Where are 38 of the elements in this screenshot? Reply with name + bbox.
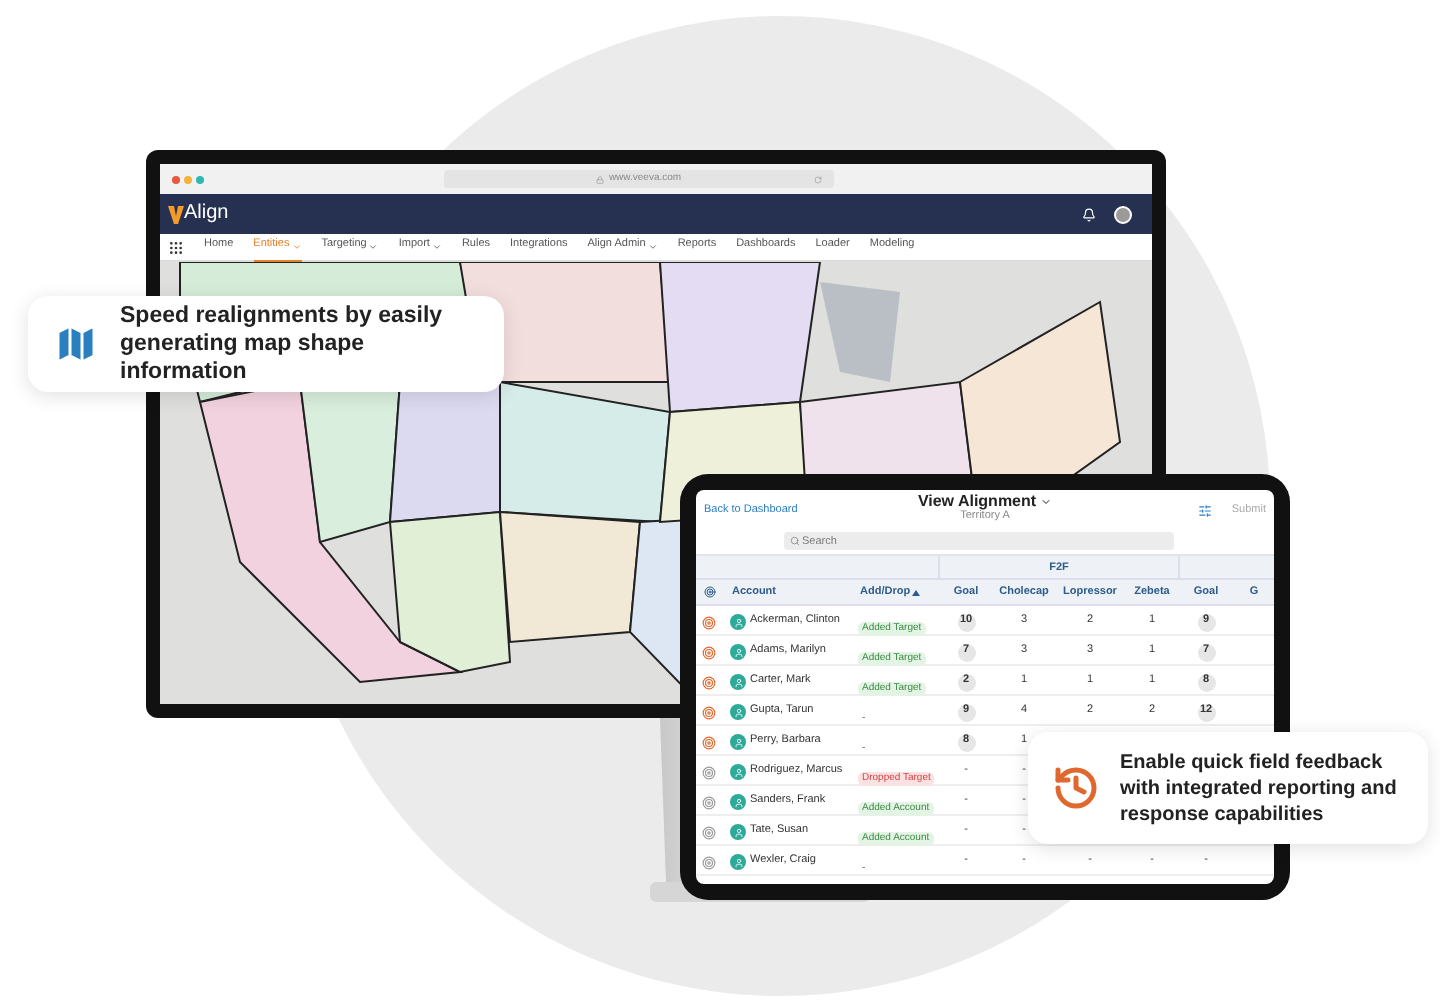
view-title[interactable]: View Alignment [917,494,1053,510]
callout-text: Enable quick field feedback with integrated reporting and response capabilities [1120,749,1399,827]
avatar-icon [730,614,746,630]
notification-icon[interactable] [1082,207,1096,221]
logo-icon [168,205,184,223]
avatar-icon [730,704,746,720]
target-icon[interactable] [702,825,716,839]
target-icon[interactable] [702,735,716,749]
avatar-icon [730,734,746,750]
target-icon[interactable] [702,765,716,779]
app-logo: Align [184,204,229,224]
caret-icon [647,241,658,251]
avatar-icon [730,854,746,870]
apps-grid-icon[interactable] [168,239,184,255]
caret-icon [1040,496,1053,508]
target-icon[interactable] [704,586,716,598]
sort-arrow-icon[interactable] [912,589,921,595]
target-icon[interactable] [702,795,716,809]
target-icon[interactable] [702,645,716,659]
target-icon[interactable] [702,705,716,719]
avatar-icon [730,794,746,810]
lock-icon [596,175,605,183]
caret-icon [291,241,302,251]
target-icon[interactable] [702,675,716,689]
settings-icon[interactable] [1197,504,1212,518]
target-icon[interactable] [702,615,716,629]
avatar-icon [730,644,746,660]
avatar-icon[interactable] [1114,205,1132,223]
target-icon[interactable] [702,855,716,869]
avatar-icon [730,764,746,780]
callout-text: Speed realignments by easily generating map shape information [120,302,445,386]
caret-icon [431,241,442,251]
avatar-icon [730,824,746,840]
search-icon [790,536,800,546]
reload-icon[interactable] [814,175,822,183]
avatar-icon [730,674,746,690]
caret-icon [368,241,379,251]
history-icon [1052,764,1100,812]
